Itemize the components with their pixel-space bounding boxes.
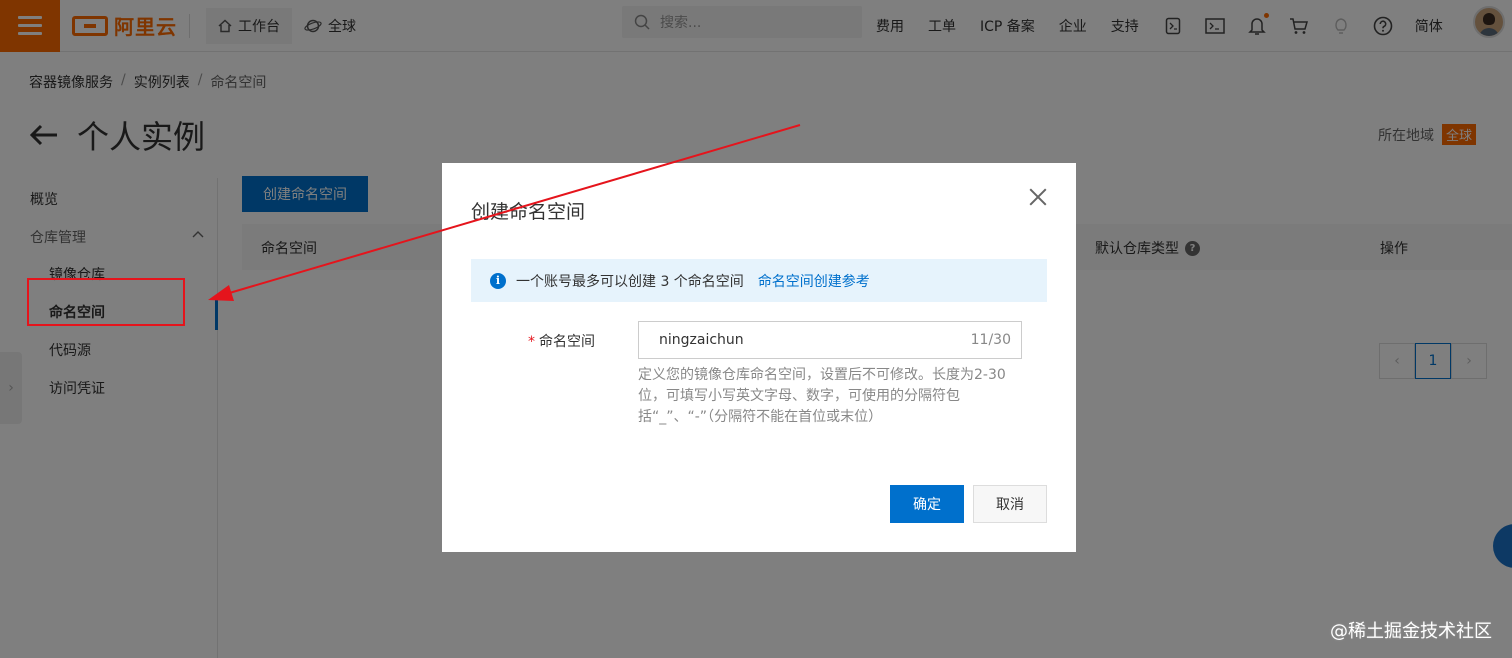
- field-label-text: 命名空间: [539, 334, 595, 350]
- namespace-input[interactable]: ningzaichun 11/30: [638, 321, 1022, 359]
- notice-text: 一个账号最多可以创建 3 个命名空间: [516, 273, 744, 290]
- create-namespace-dialog: 创建命名空间 i 一个账号最多可以创建 3 个命名空间 命名空间创建参考 * 命名…: [442, 163, 1076, 552]
- info-icon: i: [490, 272, 506, 289]
- annotation-highlight-box: [27, 278, 185, 326]
- char-counter: 11/30: [970, 332, 1011, 348]
- namespace-hint: 定义您的镜像仓库命名空间，设置后不可修改。长度为2-30位，可填写小写英文字母、…: [638, 367, 1006, 425]
- required-mark: *: [528, 334, 535, 350]
- close-icon[interactable]: [1026, 185, 1050, 209]
- confirm-button[interactable]: 确定: [890, 485, 964, 523]
- watermark: @稀土掘金技术社区: [1330, 621, 1492, 642]
- dialog-title: 创建命名空间: [471, 201, 586, 223]
- cancel-button[interactable]: 取消: [973, 485, 1047, 523]
- dialog-notice: i 一个账号最多可以创建 3 个命名空间 命名空间创建参考: [471, 259, 1047, 302]
- namespace-field-label: * 命名空间: [528, 331, 595, 351]
- namespace-input-value: ningzaichun: [659, 332, 744, 348]
- namespace-reference-link[interactable]: 命名空间创建参考: [758, 271, 870, 291]
